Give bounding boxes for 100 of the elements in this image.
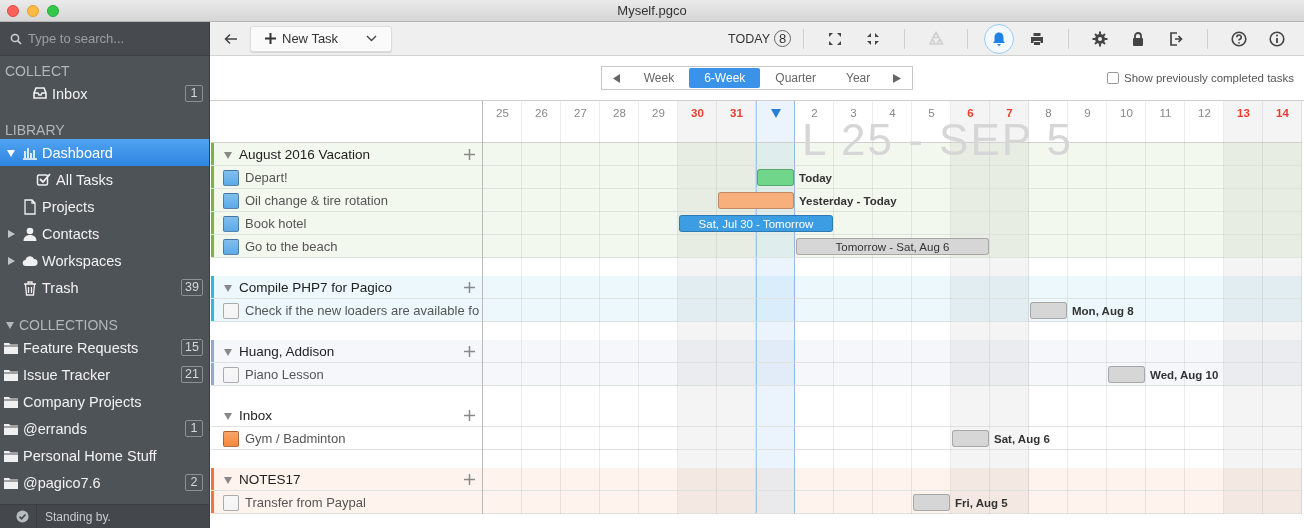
collapse-triangle-icon[interactable] bbox=[223, 474, 233, 485]
bar-date-label: Today bbox=[798, 171, 833, 184]
sidebar-item[interactable]: Trash 39 bbox=[0, 274, 209, 301]
recycle-icon bbox=[928, 30, 944, 47]
document-icon bbox=[22, 198, 38, 215]
sidebar-item[interactable]: Projects bbox=[0, 193, 209, 220]
day-label: 12 bbox=[1198, 107, 1211, 119]
count-badge: 2 bbox=[185, 474, 203, 491]
add-icon[interactable] bbox=[464, 346, 475, 357]
expand-triangle-icon[interactable] bbox=[6, 228, 16, 239]
bar-date-label: Mon, Aug 8 bbox=[1071, 304, 1135, 317]
person-icon bbox=[22, 225, 38, 242]
day-label: 28 bbox=[613, 107, 626, 119]
bar-date-label: Wed, Aug 10 bbox=[1149, 368, 1220, 381]
task-bar[interactable]: Tomorrow - Sat, Aug 6 bbox=[796, 238, 989, 255]
task-checkbox[interactable] bbox=[223, 430, 239, 447]
sidebar-item[interactable]: Company Projects bbox=[0, 388, 209, 415]
today-button[interactable]: TODAY 8 bbox=[728, 30, 791, 47]
info-icon bbox=[1269, 30, 1285, 47]
group-title: Huang, Addison bbox=[239, 344, 336, 359]
day-label: 25 bbox=[496, 107, 509, 119]
day-label: 8 bbox=[1045, 107, 1052, 119]
checkbox[interactable] bbox=[1106, 72, 1119, 84]
check-circle-icon bbox=[15, 510, 29, 523]
help-icon bbox=[1231, 30, 1247, 47]
gear-icon bbox=[1092, 30, 1108, 47]
printer-icon bbox=[1029, 30, 1045, 47]
day-label: 11 bbox=[1159, 107, 1172, 119]
count-badge: 15 bbox=[181, 339, 203, 356]
task-title: Book hotel bbox=[245, 216, 307, 231]
bell-icon bbox=[991, 30, 1007, 47]
group-title: NOTES17 bbox=[239, 472, 302, 487]
inbox-tray-icon bbox=[32, 85, 48, 102]
plus-icon bbox=[265, 33, 276, 44]
day-label: 27 bbox=[574, 107, 587, 119]
sidebar-item[interactable]: All Tasks bbox=[0, 166, 209, 193]
task-title: Check if the new loaders are available fo bbox=[245, 303, 480, 318]
zoom-window-button[interactable] bbox=[47, 4, 59, 17]
view-tab[interactable]: Week bbox=[628, 68, 690, 88]
collapse-triangle-icon[interactable] bbox=[223, 346, 233, 357]
count-badge: 1 bbox=[185, 85, 203, 102]
bar-date-label: Sat, Aug 6 bbox=[993, 432, 1051, 445]
task-title: Piano Lesson bbox=[245, 367, 324, 382]
sidebar-item[interactable]: Feature Requests 15 bbox=[0, 334, 209, 361]
day-label: 4 bbox=[889, 107, 896, 119]
count-badge: 1 bbox=[185, 420, 203, 437]
collapse-triangle-icon[interactable] bbox=[223, 282, 233, 293]
section-heading: COLLECTIONS bbox=[19, 317, 118, 333]
add-icon[interactable] bbox=[464, 149, 475, 160]
collapse-triangle-icon[interactable] bbox=[223, 149, 233, 160]
sidebar-item[interactable]: Workspaces bbox=[0, 247, 209, 274]
collapse-triangle-icon[interactable] bbox=[223, 410, 233, 421]
minimize-window-button[interactable] bbox=[27, 4, 39, 17]
group-title: Compile PHP7 for Pagico bbox=[239, 280, 394, 295]
bar-date-label: Fri, Aug 5 bbox=[954, 496, 1009, 509]
task-title: Transfer from Paypal bbox=[245, 495, 366, 510]
close-window-button[interactable] bbox=[7, 4, 19, 17]
sidebar-item[interactable]: Inbox 1 bbox=[0, 80, 209, 107]
view-tab[interactable]: Year bbox=[831, 68, 886, 88]
search-icon bbox=[10, 32, 22, 45]
day-label: 29 bbox=[652, 107, 665, 119]
day-label: 31 bbox=[730, 107, 743, 119]
sidebar-item[interactable]: Contacts bbox=[0, 220, 209, 247]
sidebar-item[interactable]: @pagico7.6 2 bbox=[0, 469, 209, 496]
group-title: August 2016 Vacation bbox=[239, 147, 372, 162]
day-label: 26 bbox=[535, 107, 548, 119]
bell-button[interactable] bbox=[984, 23, 1014, 54]
group-title: Inbox bbox=[239, 408, 274, 423]
trash-icon bbox=[22, 279, 38, 296]
day-label: 13 bbox=[1237, 107, 1250, 119]
collapse-triangle-icon[interactable] bbox=[6, 147, 16, 158]
search-bar[interactable]: Type to search... bbox=[0, 22, 209, 56]
next-arrow-icon[interactable] bbox=[893, 73, 902, 83]
collapse-triangle-icon[interactable] bbox=[5, 320, 15, 330]
add-icon[interactable] bbox=[464, 410, 475, 421]
bar-date-label: Yesterday - Today bbox=[798, 194, 898, 207]
task-title: Depart! bbox=[245, 170, 288, 185]
checkbox-label: Show previously completed tasks bbox=[1123, 72, 1294, 84]
window-title: Myself.pgco bbox=[617, 3, 687, 18]
previous-arrow-icon[interactable] bbox=[612, 73, 621, 83]
sidebar-item[interactable]: @errands 1 bbox=[0, 415, 209, 442]
day-label: 9 bbox=[1084, 107, 1091, 119]
day-label: 5 bbox=[928, 107, 935, 119]
day-label: 6 bbox=[967, 107, 974, 119]
count-badge: 21 bbox=[181, 366, 203, 383]
back-arrow-icon[interactable] bbox=[224, 32, 238, 45]
search-field[interactable]: Type to search... bbox=[28, 31, 198, 46]
expand-triangle-icon[interactable] bbox=[6, 255, 16, 266]
task-title: Gym / Badminton bbox=[245, 431, 346, 446]
exit-icon bbox=[1168, 30, 1184, 47]
add-icon[interactable] bbox=[464, 282, 475, 293]
checkbox-icon bbox=[36, 171, 52, 188]
task-title: Go to the beach bbox=[245, 239, 338, 254]
day-label: 3 bbox=[850, 107, 857, 119]
view-tab[interactable]: Quarter bbox=[760, 68, 831, 88]
expand-icon bbox=[827, 30, 843, 47]
sidebar-item[interactable]: Issue Tracker 21 bbox=[0, 361, 209, 388]
add-icon[interactable] bbox=[464, 474, 475, 485]
sidebar-item[interactable]: Personal Home Stuff bbox=[0, 442, 209, 469]
section-heading: LIBRARY bbox=[5, 122, 65, 138]
